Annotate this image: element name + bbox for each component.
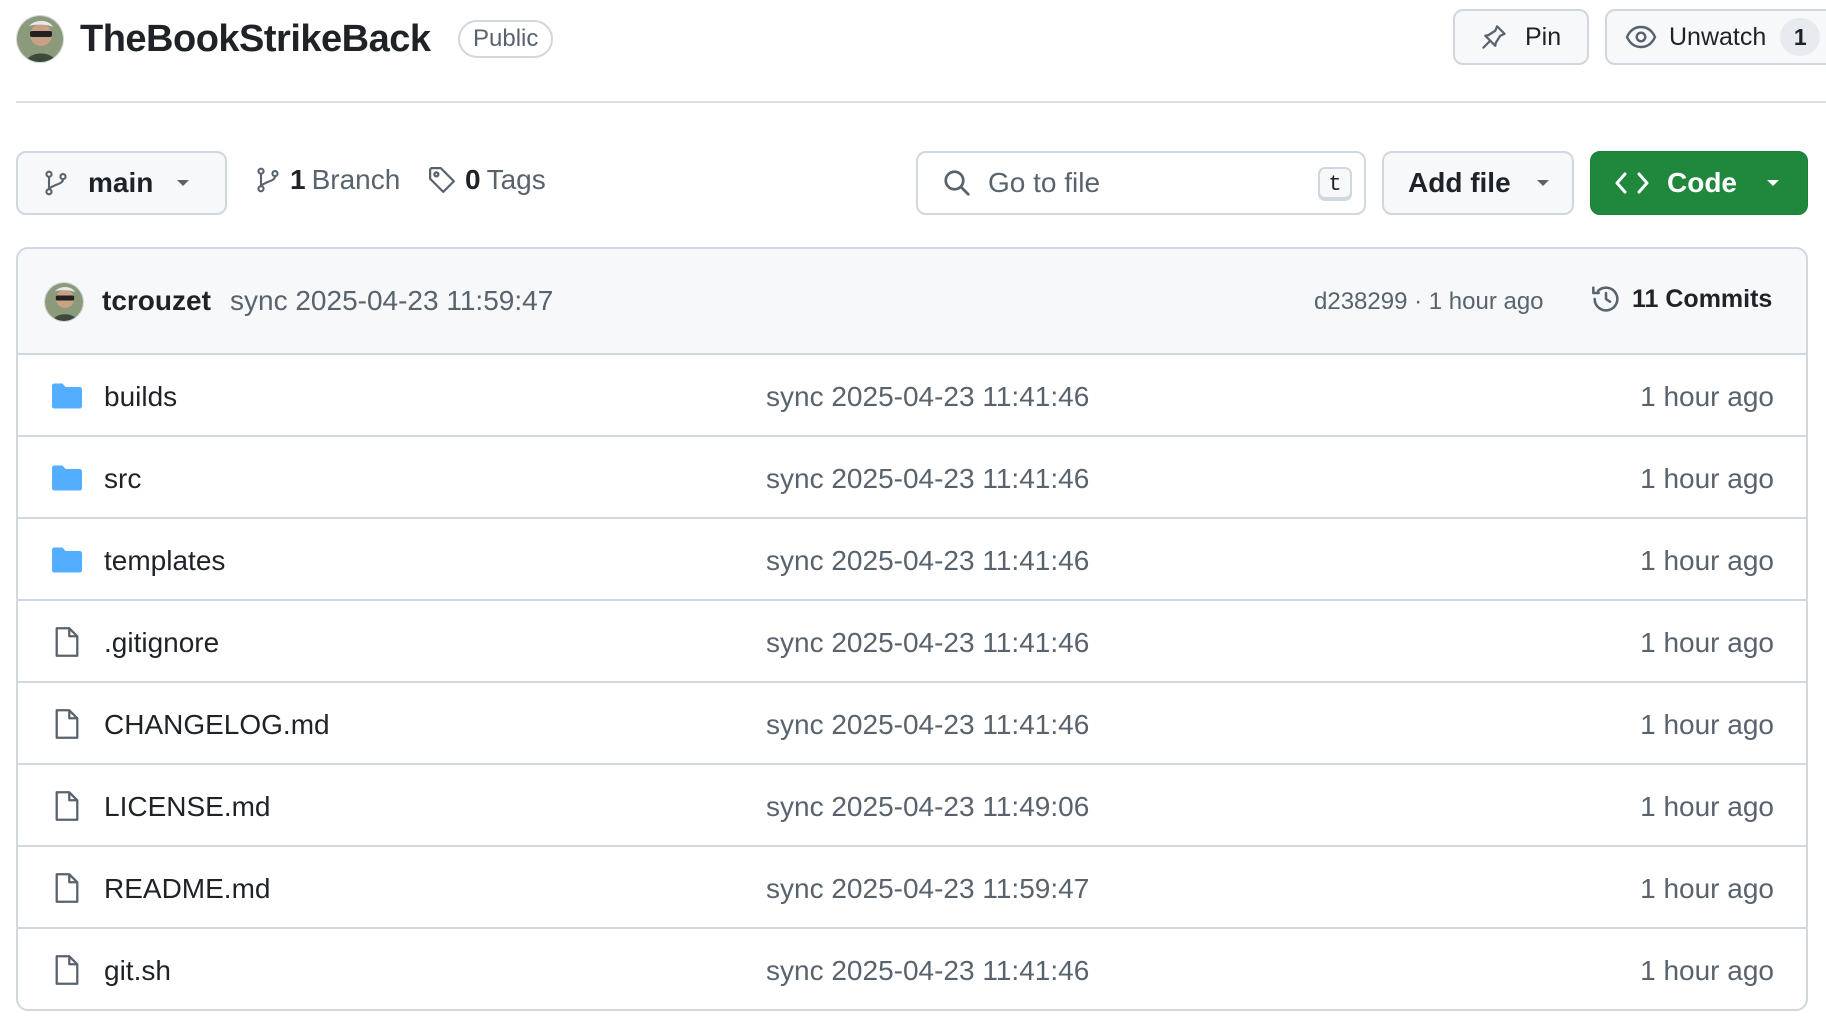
file-commit-message[interactable]: sync 2025-04-23 11:41:46 bbox=[766, 955, 1089, 987]
file-name-link[interactable]: git.sh bbox=[104, 955, 171, 987]
pin-label: Pin bbox=[1525, 23, 1561, 52]
search-icon bbox=[942, 168, 972, 198]
file-row[interactable]: README.md sync 2025-04-23 11:59:47 1 hour … bbox=[18, 847, 1806, 929]
file-commit-age: 1 hour ago bbox=[1640, 791, 1774, 823]
pin-icon bbox=[1479, 22, 1509, 52]
file-table: tcrouzet sync 2025-04-23 11:59:47 d23829… bbox=[16, 247, 1808, 1011]
branch-name: main bbox=[88, 167, 153, 199]
unwatch-label: Unwatch bbox=[1669, 23, 1766, 52]
tags-link[interactable]: 0 Tags bbox=[427, 164, 546, 196]
tag-count-label: Tags bbox=[487, 164, 546, 196]
author-avatar[interactable] bbox=[44, 282, 84, 322]
chevron-down-icon bbox=[1535, 178, 1551, 188]
file-commit-age: 1 hour ago bbox=[1640, 627, 1774, 659]
chevron-down-icon bbox=[175, 178, 191, 188]
branch-select-button[interactable]: main bbox=[16, 151, 227, 215]
commit-sha-time[interactable]: d238299 · 1 hour ago bbox=[1314, 288, 1544, 316]
history-icon bbox=[1590, 283, 1622, 315]
file-row[interactable]: .gitignore sync 2025-04-23 11:41:46 1 hour… bbox=[18, 601, 1806, 683]
folder-icon bbox=[50, 462, 84, 494]
file-commit-age: 1 hour ago bbox=[1640, 381, 1774, 413]
file-icon bbox=[50, 954, 84, 986]
file-icon bbox=[50, 708, 84, 740]
visibility-badge: Public bbox=[458, 20, 553, 58]
file-row[interactable]: templates sync 2025-04-23 11:41:46 1 hour … bbox=[18, 519, 1806, 601]
commits-count-label: 11 Commits bbox=[1632, 285, 1772, 314]
file-commit-message[interactable]: sync 2025-04-23 11:41:46 bbox=[766, 463, 1089, 495]
branches-link[interactable]: 1 Branch bbox=[254, 164, 400, 196]
pin-button[interactable]: Pin bbox=[1453, 9, 1589, 65]
file-commit-message[interactable]: sync 2025-04-23 11:41:46 bbox=[766, 627, 1089, 659]
tag-count: 0 bbox=[465, 164, 481, 196]
folder-icon bbox=[50, 544, 84, 576]
file-commit-message[interactable]: sync 2025-04-23 11:49:06 bbox=[766, 791, 1089, 823]
file-commit-message[interactable]: sync 2025-04-23 11:41:46 bbox=[766, 381, 1089, 413]
file-name-link[interactable]: LICENSE.md bbox=[104, 791, 271, 823]
tag-icon bbox=[427, 165, 457, 195]
branch-count-label: Branch bbox=[312, 164, 401, 196]
search-shortcut-key: t bbox=[1318, 167, 1352, 201]
file-icon bbox=[50, 626, 84, 658]
file-commit-age: 1 hour ago bbox=[1640, 955, 1774, 987]
file-commit-message[interactable]: sync 2025-04-23 11:41:46 bbox=[766, 545, 1089, 577]
file-name-link[interactable]: builds bbox=[104, 381, 177, 413]
branch-count: 1 bbox=[290, 164, 306, 196]
chevron-down-icon bbox=[1765, 178, 1781, 188]
file-name-link[interactable]: .gitignore bbox=[104, 627, 219, 659]
code-label: Code bbox=[1667, 167, 1737, 199]
add-file-label: Add file bbox=[1408, 167, 1511, 199]
watch-count: 1 bbox=[1780, 18, 1820, 56]
file-row[interactable]: builds sync 2025-04-23 11:41:46 1 hour ago bbox=[18, 355, 1806, 437]
file-name-link[interactable]: CHANGELOG.md bbox=[104, 709, 330, 741]
file-icon bbox=[50, 872, 84, 904]
file-row[interactable]: CHANGELOG.md sync 2025-04-23 11:41:46 1 ho… bbox=[18, 683, 1806, 765]
file-commit-message[interactable]: sync 2025-04-23 11:59:47 bbox=[766, 873, 1089, 905]
file-icon bbox=[50, 790, 84, 822]
branch-icon bbox=[42, 168, 70, 198]
header-divider bbox=[16, 101, 1826, 103]
file-row[interactable]: LICENSE.md sync 2025-04-23 11:49:06 1 hour… bbox=[18, 765, 1806, 847]
file-commit-age: 1 hour ago bbox=[1640, 463, 1774, 495]
file-commit-message[interactable]: sync 2025-04-23 11:41:46 bbox=[766, 709, 1089, 741]
file-name-link[interactable]: src bbox=[104, 463, 141, 495]
go-to-file-search[interactable]: t bbox=[916, 151, 1366, 215]
commit-author[interactable]: tcrouzet bbox=[102, 285, 211, 317]
latest-commit-bar: tcrouzet sync 2025-04-23 11:59:47 d23829… bbox=[18, 249, 1806, 355]
commits-link[interactable]: 11 Commits bbox=[1590, 283, 1772, 315]
code-button[interactable]: Code bbox=[1590, 151, 1808, 215]
commit-message[interactable]: sync 2025-04-23 11:59:47 bbox=[230, 285, 553, 317]
add-file-button[interactable]: Add file bbox=[1382, 151, 1574, 215]
file-name-link[interactable]: templates bbox=[104, 545, 225, 577]
file-row[interactable]: git.sh sync 2025-04-23 11:41:46 1 hour ago bbox=[18, 929, 1806, 1011]
file-row[interactable]: src sync 2025-04-23 11:41:46 1 hour ago bbox=[18, 437, 1806, 519]
file-name-link[interactable]: README.md bbox=[104, 873, 270, 905]
owner-avatar[interactable] bbox=[16, 15, 64, 63]
file-commit-age: 1 hour ago bbox=[1640, 873, 1774, 905]
eye-icon bbox=[1625, 21, 1657, 53]
branch-icon bbox=[254, 165, 282, 195]
folder-icon bbox=[50, 380, 84, 412]
repo-name[interactable]: TheBookStrikeBack bbox=[80, 14, 431, 64]
file-commit-age: 1 hour ago bbox=[1640, 545, 1774, 577]
unwatch-button[interactable]: Unwatch 1 bbox=[1605, 9, 1826, 65]
repo-header: TheBookStrikeBack Public Pin Unwatch 1 bbox=[0, 0, 1826, 100]
code-icon bbox=[1615, 170, 1649, 196]
search-input[interactable] bbox=[988, 167, 1308, 199]
file-commit-age: 1 hour ago bbox=[1640, 709, 1774, 741]
